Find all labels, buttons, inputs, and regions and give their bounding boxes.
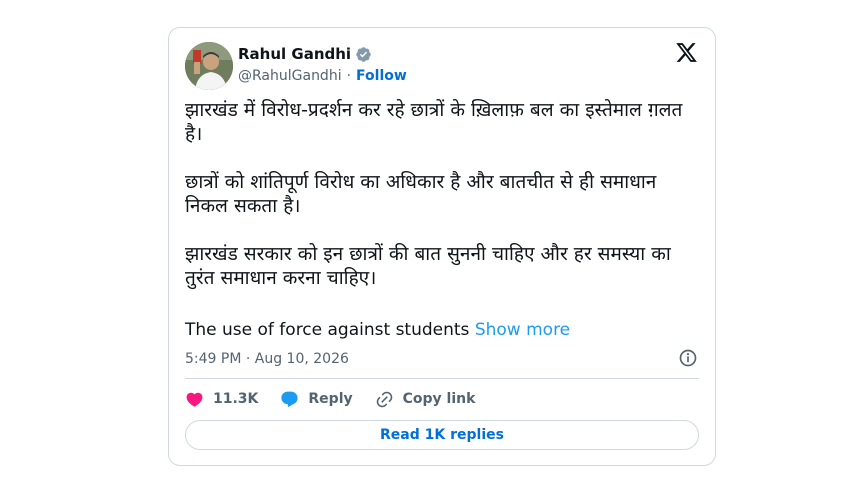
copy-link-label: Copy link xyxy=(402,391,476,407)
tweet-english-text: The use of force against students xyxy=(185,320,470,340)
tweet-paragraph-3: झारखंड सरकार को इन छात्रों की बात सुननी … xyxy=(185,243,671,289)
reply-bubble-icon xyxy=(281,391,299,407)
divider xyxy=(185,378,699,379)
follow-button[interactable]: Follow xyxy=(356,66,407,86)
link-icon xyxy=(376,391,392,407)
info-icon[interactable] xyxy=(678,348,698,368)
author-name[interactable]: Rahul Gandhi xyxy=(238,44,351,64)
tweet-english-line: The use of force against students Show m… xyxy=(185,318,570,342)
tweet-paragraph-1: झारखंड में विरोध-प्रदर्शन कर रहे छात्रों… xyxy=(185,99,683,145)
action-bar: 11.3K Reply Copy link xyxy=(185,388,497,410)
avatar[interactable] xyxy=(185,42,233,90)
author-handle-row: @RahulGandhi · Follow xyxy=(238,66,407,86)
avatar-image xyxy=(185,42,233,90)
reply-button[interactable]: Reply xyxy=(280,390,353,409)
tweet-embed-card: Rahul Gandhi @RahulGandhi · Follow झारखं… xyxy=(168,27,716,466)
like-button[interactable]: 11.3K xyxy=(185,390,258,409)
tweet-timestamp[interactable]: 5:49 PM · Aug 10, 2026 xyxy=(185,349,349,369)
author-handle[interactable]: @RahulGandhi xyxy=(238,66,342,86)
read-replies-label: Read 1K replies xyxy=(380,427,504,443)
verified-badge-icon xyxy=(356,46,371,62)
tweet-text: झारखंड में विरोध-प्रदर्शन कर रहे छात्रों… xyxy=(185,98,705,314)
separator-dot: · xyxy=(346,68,352,84)
x-logo-icon[interactable] xyxy=(675,41,698,64)
author-name-row[interactable]: Rahul Gandhi xyxy=(238,44,372,64)
copy-link-button[interactable]: Copy link xyxy=(375,390,476,409)
heart-icon xyxy=(186,392,203,407)
likes-count: 11.3K xyxy=(213,391,259,407)
read-replies-button[interactable]: Read 1K replies xyxy=(185,420,699,450)
reply-label: Reply xyxy=(308,391,353,407)
show-more-link[interactable]: Show more xyxy=(475,320,570,340)
tweet-paragraph-2: छात्रों को शांतिपूर्ण विरोध का अधिकार है… xyxy=(185,171,657,217)
